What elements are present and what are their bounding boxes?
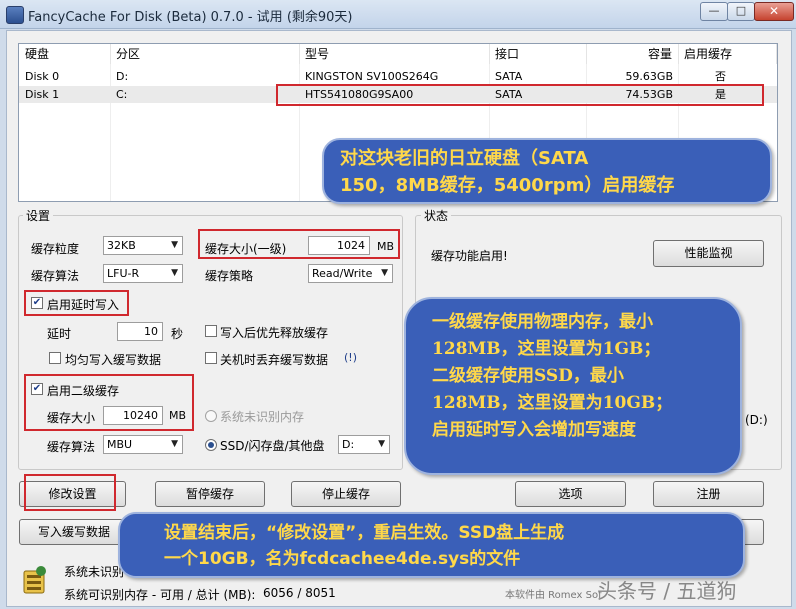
callout-middle: 一级缓存使用物理内存，最小 128MB，这里设置为1GB； 二级缓存使用SSD，… — [404, 297, 742, 475]
column-header-model[interactable]: 型号 — [299, 44, 490, 64]
algorithm-select[interactable]: LFU-R ▼ — [103, 264, 183, 283]
delay-label: 延时 — [47, 327, 72, 341]
discard-hint-link[interactable]: (!) — [344, 351, 357, 364]
highlight-cache-size-box — [198, 229, 400, 259]
chevron-down-icon: ▼ — [171, 439, 178, 449]
watermark-text: 头条号 / 五道狗 — [597, 579, 737, 603]
pause-cache-button[interactable]: 暂停缓存 — [155, 481, 265, 507]
performance-monitor-button[interactable]: 性能监视 — [653, 240, 764, 267]
maximize-button[interactable]: □ — [727, 2, 755, 21]
unrecognized-mem-radio[interactable] — [205, 410, 217, 422]
minimize-button[interactable]: — — [700, 2, 728, 21]
options-button[interactable]: 选项 — [515, 481, 626, 507]
chevron-down-icon: ▼ — [381, 268, 388, 278]
chevron-down-icon: ▼ — [378, 439, 385, 449]
cell-interface: SATA — [495, 70, 523, 83]
strategy-select[interactable]: Read/Write ▼ — [308, 264, 393, 283]
column-header-partition[interactable]: 分区 — [110, 44, 300, 64]
close-button[interactable]: ✕ — [754, 2, 794, 21]
ssd-label: SSD/闪存盘/其他盘 — [220, 439, 325, 453]
callout-middle-line3: 二级缓存使用SSD，最小 — [432, 366, 624, 386]
footer-software-note: 本软件由 Romex Sof — [505, 590, 602, 601]
chevron-down-icon: ▼ — [171, 268, 178, 278]
algorithm-label: 缓存算法 — [31, 269, 80, 283]
callout-bottom-line1: 设置结束后，“修改设置”，重启生效。SSD盘上生成 — [164, 523, 565, 543]
even-write-label: 均匀写入缓写数据 — [65, 353, 162, 367]
highlight-delayed-write-box — [24, 290, 129, 316]
callout-middle-line2: 128MB，这里设置为1GB； — [432, 339, 661, 359]
strategy-label: 缓存策略 — [205, 269, 254, 283]
status-enabled-text: 缓存功能启用! — [431, 249, 508, 263]
status-drive-hint: (D:) — [745, 413, 768, 427]
footer-memory-value: 6056 / 8051 — [263, 586, 336, 600]
register-button[interactable]: 注册 — [653, 481, 764, 507]
cell-disk: Disk 1 — [25, 88, 60, 101]
column-header-cache-enabled[interactable]: 启用缓存 — [678, 44, 777, 64]
cell-disk: Disk 0 — [25, 70, 60, 83]
footer-status-icon — [21, 565, 47, 595]
callout-top: 对这块老旧的日立硬盘（SATA 150，8MB缓存，5400rpm）启用缓存 — [322, 138, 772, 204]
discard-on-shutdown-label: 关机时丢弃缓写数据 — [220, 353, 329, 367]
granularity-label: 缓存粒度 — [31, 242, 80, 256]
app-icon — [6, 6, 24, 24]
l2-algorithm-label: 缓存算法 — [47, 440, 96, 454]
cell-capacity: 59.63GB — [625, 70, 673, 83]
unrecognized-mem-label: 系统未识别内存 — [220, 410, 305, 424]
write-data-button[interactable]: 写入缓写数据 — [19, 519, 129, 545]
even-write-checkbox[interactable] — [49, 352, 61, 364]
release-after-write-checkbox[interactable] — [205, 325, 217, 337]
footer-memory-label: 系统可识别内存 - 可用 / 总计 (MB): — [64, 588, 256, 602]
discard-on-shutdown-checkbox[interactable] — [205, 352, 217, 364]
column-header-disk[interactable]: 硬盘 — [19, 44, 111, 64]
callout-bottom: 设置结束后，“修改设置”，重启生效。SSD盘上生成 一个10GB，名为fcdca… — [118, 512, 745, 578]
column-header-interface[interactable]: 接口 — [489, 44, 587, 64]
column-header-capacity[interactable]: 容量 — [586, 44, 679, 64]
cell-cache-enabled: 否 — [715, 70, 726, 83]
callout-top-line2: 150，8MB缓存，5400rpm）启用缓存 — [340, 175, 675, 196]
delay-input[interactable]: 10 — [117, 322, 163, 341]
stop-cache-button[interactable]: 停止缓存 — [291, 481, 401, 507]
ssd-radio[interactable] — [205, 439, 217, 451]
l2-algorithm-select[interactable]: MBU ▼ — [103, 435, 183, 454]
status-group-label: 状态 — [421, 207, 452, 224]
ssd-drive-select[interactable]: D: ▼ — [338, 435, 390, 454]
callout-top-line1: 对这块老旧的日立硬盘（SATA — [340, 148, 589, 169]
window-title: FancyCache For Disk (Beta) 0.7.0 - 试用 (剩… — [28, 10, 353, 25]
callout-middle-line4: 128MB，这里设置为10GB； — [432, 393, 673, 413]
highlight-modify-box — [24, 474, 116, 511]
callout-middle-line5: 启用延时写入会增加写速度 — [432, 420, 636, 440]
cell-partition: D: — [116, 70, 129, 83]
cell-partition: C: — [116, 88, 128, 101]
table-row[interactable]: Disk 0 D: KINGSTON SV100S264G SATA 59.63… — [19, 68, 777, 85]
callout-bottom-line2: 一个10GB，名为fcdcachee4de.sys的文件 — [164, 549, 521, 569]
chevron-down-icon: ▼ — [171, 240, 178, 250]
settings-group-label: 设置 — [23, 207, 54, 224]
granularity-select[interactable]: 32KB ▼ — [103, 236, 183, 255]
footer-unrecognized-text: 系统未识别 — [64, 565, 125, 579]
callout-middle-line1: 一级缓存使用物理内存，最小 — [432, 312, 653, 332]
release-after-write-label: 写入后优先释放缓存 — [220, 326, 329, 340]
highlight-l2-box — [24, 374, 194, 431]
cell-model: KINGSTON SV100S264G — [305, 70, 439, 83]
delay-unit: 秒 — [171, 327, 184, 341]
highlight-row-box — [276, 84, 764, 106]
